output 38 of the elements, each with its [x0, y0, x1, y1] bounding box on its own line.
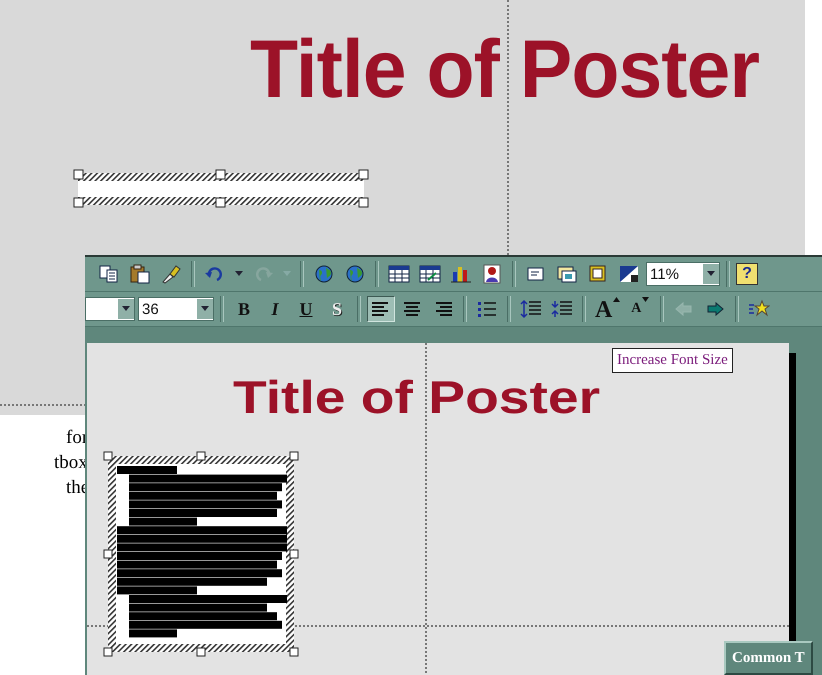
- caret-icon: [122, 306, 130, 312]
- caret-icon: [283, 271, 291, 277]
- decrease-spacing-icon: [551, 299, 573, 319]
- align-center-icon: [401, 299, 423, 319]
- table-icon: [388, 264, 410, 284]
- font-field[interactable]: [85, 297, 135, 321]
- increase-font-size-button[interactable]: A: [592, 296, 624, 322]
- decrease-font-size-button[interactable]: A: [626, 296, 654, 322]
- caret-icon: [613, 297, 620, 302]
- underline-button[interactable]: U: [292, 296, 320, 322]
- format-painter-icon: [160, 264, 182, 284]
- common-tasks-button[interactable]: Common T: [724, 641, 813, 675]
- paste-icon: [129, 264, 151, 284]
- globe-icon: [313, 264, 335, 284]
- help-button[interactable]: ?: [736, 263, 758, 285]
- layout-icon: [556, 264, 578, 284]
- caret-icon: [201, 306, 209, 312]
- tooltip: Increase Font Size: [612, 348, 733, 373]
- font-size-field[interactable]: 36: [138, 297, 214, 321]
- figure-icon: [481, 264, 503, 284]
- bullet-list-icon: [476, 299, 498, 319]
- caret-icon: [707, 271, 715, 277]
- spreadsheet-icon: [419, 264, 441, 284]
- slide-title: Title of Poster: [250, 23, 760, 117]
- bar-chart-icon: [450, 264, 472, 284]
- slide-title: Title of Poster: [233, 370, 600, 425]
- globe-icon: [344, 264, 366, 284]
- body-text: tbox: [54, 451, 89, 475]
- contrast-icon: [618, 264, 640, 284]
- increase-spacing-icon: [520, 299, 542, 319]
- zoom-field[interactable]: 11%: [646, 262, 720, 286]
- italic-button[interactable]: I: [261, 296, 289, 322]
- caret-icon: [642, 297, 650, 302]
- star-icon: [748, 299, 770, 319]
- align-left-button[interactable]: [367, 296, 395, 322]
- bold-button[interactable]: B: [230, 296, 258, 322]
- copy-icon: [98, 264, 120, 284]
- caret-icon: [235, 271, 243, 277]
